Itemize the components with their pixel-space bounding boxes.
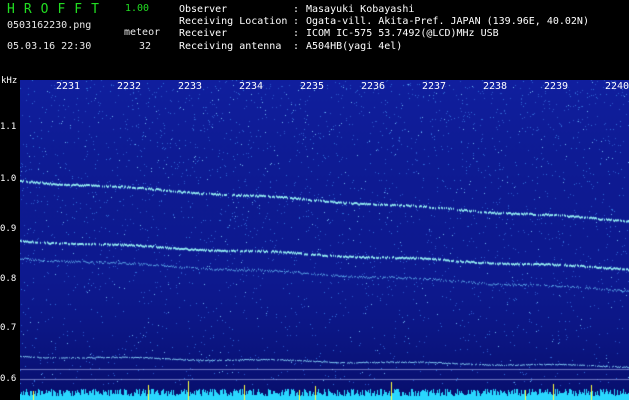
y-axis-unit: kHz [1,76,18,86]
time-tick-label: 2235 [299,81,325,92]
time-tick-label: 2232 [116,81,142,92]
y-tick-label: 0.8 [0,274,17,284]
info-value: Ogata-vill. Akita-Pref. JAPAN (139.96E, … [306,16,589,28]
info-row-antenna: Receiving antenna : A504HB(yagi 4el) [179,41,402,53]
info-key: Observer [179,4,228,15]
image-filename: 0503162230.png [7,20,92,31]
app-title: HROFFT [7,2,108,17]
info-value: A504HB(yagi 4el) [306,40,403,52]
info-row-receiver: Receiver : ICOM IC-575 53.7492(@LCD)MHz … [179,28,499,40]
info-row-observer: Observer : Masayuki Kobayashi [179,4,414,16]
y-tick-label: 0.7 [0,323,17,333]
station-info: Observer : Masayuki Kobayashi Receiving … [179,4,589,53]
time-tick-label: 2233 [177,81,203,92]
info-separator: : [293,16,300,28]
info-separator: : [293,28,300,40]
info-key: Receiver [179,28,228,40]
time-tick-label: 2239 [543,81,569,92]
app-version: 1.00 [125,3,150,14]
info-separator: : [293,40,300,52]
info-value: ICOM IC-575 53.7492(@LCD)MHz USB [306,28,499,40]
time-tick-label: 2236 [360,81,386,92]
time-tick-label: 2240 [604,81,629,92]
info-row-location: Receiving Location : Ogata-vill. Akita-P… [179,16,589,28]
spectrogram-plot: 2231 2232 2233 2234 2235 2236 2237 2238 2239 2240 [20,80,629,400]
spectrogram-canvas [20,80,629,400]
meteor-label: meteor [124,27,161,38]
info-value: Masayuki Kobayashi [306,4,415,15]
info-key: Receiving antenna [179,40,282,52]
time-tick-label: 2234 [238,81,264,92]
time-tick-label: 2237 [421,81,447,92]
y-tick-label: 0.6 [0,374,17,384]
meteor-count: 32 [139,41,152,52]
y-tick-label: 1.0 [0,174,17,184]
header-panel: HROFFT 1.00 0503162230.png meteor 05.03.… [0,0,629,80]
y-tick-label: 1.1 [0,122,17,132]
info-key: Receiving Location [179,16,288,28]
info-separator: : [293,4,300,15]
time-tick-label: 2231 [55,81,81,92]
y-tick-label: 0.9 [0,224,17,234]
time-tick-label: 2238 [482,81,508,92]
observation-datetime: 05.03.16 22:30 [7,41,92,52]
